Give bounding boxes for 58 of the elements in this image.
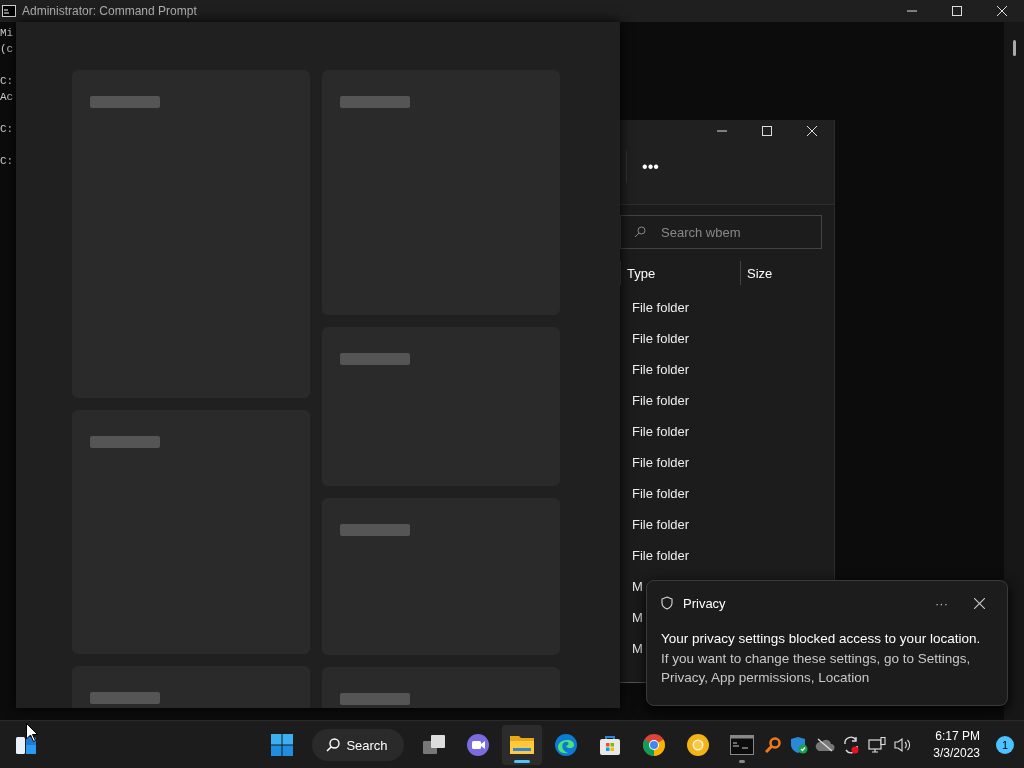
more-options-button[interactable]: ••• bbox=[626, 151, 674, 183]
close-icon bbox=[996, 6, 1007, 16]
maximize-icon bbox=[951, 6, 962, 16]
terminal-icon bbox=[2, 5, 16, 17]
console-line: Ac bbox=[0, 90, 14, 105]
network-icon[interactable] bbox=[868, 737, 887, 753]
search-icon bbox=[326, 738, 341, 752]
search-button[interactable]: Search bbox=[312, 729, 404, 761]
console-line: C: bbox=[0, 154, 14, 169]
console-line: Mi bbox=[0, 26, 14, 41]
magnifier-icon[interactable] bbox=[765, 737, 782, 753]
table-cell: File folder bbox=[632, 300, 690, 315]
search-icon bbox=[634, 226, 646, 238]
shopping-bag-icon bbox=[597, 733, 622, 757]
browser-icon bbox=[641, 733, 666, 757]
column-header[interactable]: Size bbox=[747, 265, 773, 281]
volume-icon[interactable] bbox=[894, 737, 913, 753]
terminal-icon bbox=[729, 735, 754, 755]
table-cell: M bbox=[632, 641, 643, 656]
video-chat-icon bbox=[465, 733, 490, 757]
window-title: Administrator: Command Prompt bbox=[22, 4, 197, 18]
table-cell: File folder bbox=[632, 455, 690, 470]
notification-app-name: Privacy bbox=[683, 595, 726, 611]
column-header[interactable]: Type bbox=[627, 265, 656, 281]
folder-icon bbox=[509, 734, 534, 756]
notification-body: If you want to change these settings, go to Settings, Privacy, App permissions, Location bbox=[661, 650, 972, 687]
swirl-icon bbox=[553, 733, 578, 757]
more-options-button[interactable]: ··· bbox=[927, 595, 956, 611]
notification-title: Your privacy settings blocked access to your location. bbox=[661, 630, 982, 648]
cursor-icon bbox=[26, 723, 38, 742]
clock[interactable]: 6:17 PM 3/3/2023 bbox=[927, 728, 986, 762]
tile-grid-icon bbox=[271, 734, 294, 756]
console-line: C: bbox=[0, 74, 14, 89]
taskbar-app-button[interactable] bbox=[501, 725, 542, 765]
table-cell: M bbox=[632, 610, 643, 625]
maximize-icon bbox=[761, 126, 772, 136]
table-cell: M bbox=[632, 579, 643, 594]
console-line: (c bbox=[0, 42, 14, 57]
shield-icon bbox=[661, 596, 673, 610]
table-cell: File folder bbox=[632, 424, 690, 439]
shield-icon[interactable] bbox=[790, 736, 809, 754]
sync-icon[interactable] bbox=[842, 736, 861, 754]
browser-icon bbox=[685, 733, 710, 757]
table-cell: File folder bbox=[632, 517, 690, 532]
scrollbar-thumb[interactable] bbox=[1013, 40, 1016, 56]
notification-badge[interactable]: 1 bbox=[996, 736, 1014, 754]
cloud-off-icon[interactable] bbox=[815, 738, 836, 752]
search-field[interactable]: Search wbem bbox=[620, 215, 822, 249]
table-cell: File folder bbox=[632, 362, 690, 377]
table-cell: File folder bbox=[632, 331, 690, 346]
close-icon bbox=[806, 126, 817, 136]
console-line: C: bbox=[0, 122, 14, 137]
table-cell: File folder bbox=[632, 486, 690, 501]
table-cell: File folder bbox=[632, 548, 690, 563]
scrollbar[interactable] bbox=[1004, 22, 1024, 720]
table-cell: File folder bbox=[632, 393, 690, 408]
close-icon bbox=[974, 597, 985, 609]
overlapping-squares-icon bbox=[422, 735, 445, 755]
